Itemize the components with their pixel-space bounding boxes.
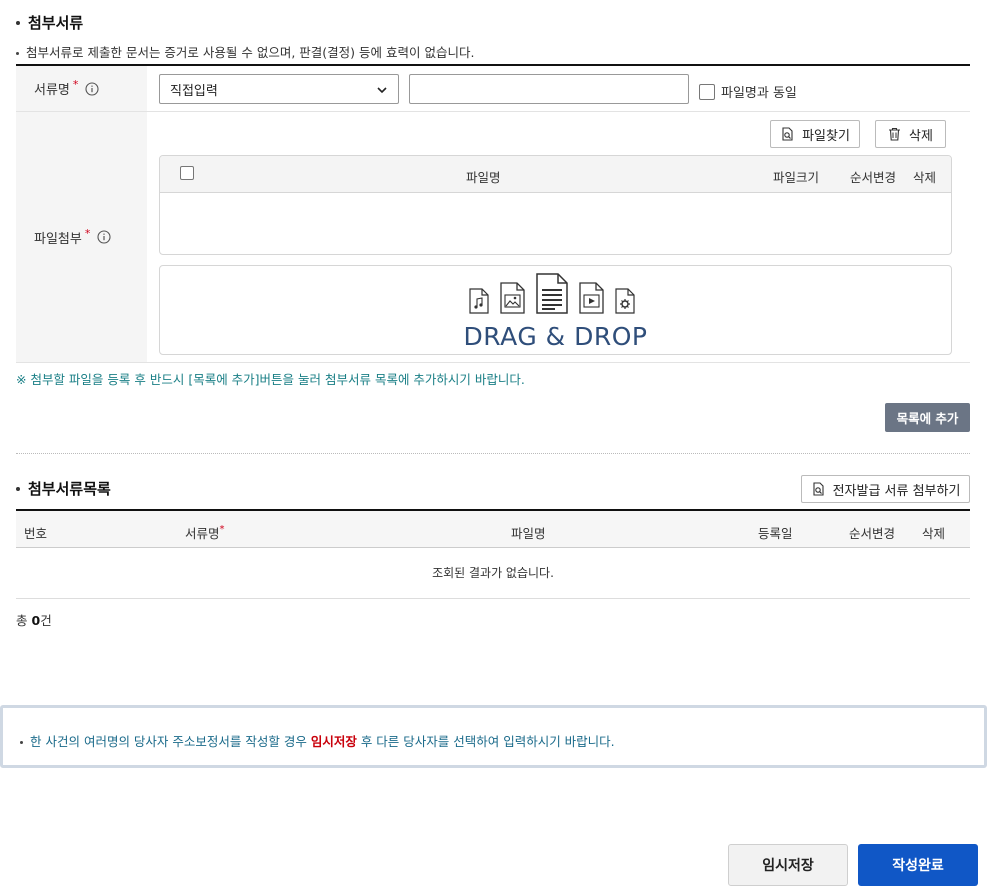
same-as-filename-label: 파일명과 동일: [721, 86, 797, 101]
find-file-label: 파일찾기: [802, 128, 850, 144]
divider: [16, 453, 970, 454]
doc-type-selected-value: 직접입력: [170, 83, 218, 99]
find-file-button[interactable]: 파일찾기: [770, 120, 860, 148]
e-doc-attach-label: 전자발급 서류 첨부하기: [832, 483, 961, 499]
total-suffix: 건: [40, 613, 52, 628]
file-attach-body: 파일찾기 삭제 파일명 파일크기 순서변경 삭제 DRAG & DROP: [147, 112, 970, 362]
total-count-value: 0: [31, 613, 41, 628]
delete-header: 삭제: [913, 170, 937, 185]
file-size-header: 파일크기: [773, 170, 820, 185]
file-search-icon: [813, 482, 824, 496]
drag-drop-text: DRAG & DROP: [463, 322, 648, 351]
audio-file-icon: [469, 288, 489, 314]
video-file-icon: [579, 282, 604, 314]
empty-message: 조회된 결과가 없습니다.: [16, 548, 970, 599]
doc-name-header: 서류명 *: [16, 66, 147, 111]
e-doc-attach-button[interactable]: 전자발급 서류 첨부하기: [801, 475, 970, 503]
notice-after: 후 다른 당사자를 선택하여 입력하시기 바랍니다.: [356, 734, 615, 749]
bullet: [20, 741, 23, 744]
bullet: [16, 20, 20, 25]
drag-drop-zone[interactable]: DRAG & DROP: [159, 265, 952, 355]
doc-name-input[interactable]: [409, 74, 689, 104]
notice-highlight: 임시저장: [310, 734, 357, 749]
doc-name-header-text: 서류명: [185, 526, 220, 541]
order-header: 순서변경: [849, 526, 896, 541]
total-count: 총 0건: [16, 610, 52, 629]
no-header: 번호: [24, 526, 48, 541]
notice-box: 한 사건의 여러명의 당사자 주소보정서를 작성할 경우 임시저장 후 다른 당…: [0, 705, 987, 768]
bullet: [16, 52, 19, 55]
temp-save-button[interactable]: 임시저장: [728, 844, 848, 886]
total-prefix: 총: [16, 613, 32, 628]
file-attach-row: 파일첨부 * 파일찾기 삭제 파일명 파일크기 순서변경 삭제 DRAG & D…: [16, 112, 970, 363]
attach-note-text: 첨부서류로 제출한 문서는 증거로 사용될 수 없으며, 판결(결정) 등에 효…: [26, 45, 475, 60]
file-table: 파일명 파일크기 순서변경 삭제: [159, 155, 952, 255]
file-attach-header: 파일첨부 *: [16, 112, 147, 362]
complete-button[interactable]: 작성완료: [858, 844, 978, 886]
add-to-list-button[interactable]: 목록에 추가: [885, 403, 970, 432]
info-icon[interactable]: [85, 81, 99, 96]
notice-before: 한 사건의 여러명의 당사자 주소보정서를 작성할 경우: [30, 734, 311, 749]
file-name-header: 파일명: [466, 170, 501, 185]
doc-type-select[interactable]: 직접입력: [159, 74, 399, 104]
file-table-header: 파일명 파일크기 순서변경 삭제: [160, 156, 951, 193]
trash-icon: [889, 127, 901, 141]
attach-list-section-title: 첨부서류목록: [16, 478, 111, 499]
attach-section-title: 첨부서류: [16, 12, 83, 33]
required-mark: *: [219, 524, 225, 535]
file-search-icon: [782, 127, 793, 141]
attach-list-header: 번호 서류명* 파일명 등록일 순서변경 삭제: [16, 511, 970, 548]
delete-header: 삭제: [922, 526, 946, 541]
file-name-header: 파일명: [511, 526, 546, 541]
delete-file-button[interactable]: 삭제: [875, 120, 946, 148]
guide-note: ※ 첨부할 파일을 등록 후 반드시 [목록에 추가]버튼을 눌러 첨부서류 목…: [16, 372, 525, 387]
settings-file-icon: [615, 288, 635, 314]
document-file-icon: [536, 273, 568, 314]
doc-name-label: 서류명: [34, 83, 70, 98]
chevron-down-icon: [377, 87, 387, 94]
image-file-icon: [500, 282, 525, 314]
doc-name-header: 서류명*: [185, 523, 225, 542]
info-icon[interactable]: [97, 230, 111, 244]
notice-text: 한 사건의 여러명의 당사자 주소보정서를 작성할 경우 임시저장 후 다른 당…: [20, 731, 615, 750]
doc-name-body: 직접입력 파일명과 동일: [147, 66, 970, 111]
checkbox[interactable]: [699, 83, 715, 100]
delete-file-label: 삭제: [909, 128, 933, 144]
attach-form-table: 서류명 * 직접입력 파일명과 동일 파일첨부 * 파일찾기 삭제 파일명 파일…: [16, 64, 970, 363]
same-as-filename-checkbox[interactable]: 파일명과 동일: [699, 82, 797, 101]
required-mark: *: [84, 226, 91, 240]
select-all-checkbox[interactable]: [180, 166, 194, 180]
attach-note: 첨부서류로 제출한 문서는 증거로 사용될 수 없으며, 판결(결정) 등에 효…: [16, 42, 474, 61]
attach-list-title-text: 첨부서류목록: [28, 480, 111, 498]
required-mark: *: [72, 78, 79, 91]
attach-list-table: 번호 서류명* 파일명 등록일 순서변경 삭제 조회된 결과가 없습니다.: [16, 509, 970, 599]
bullet: [16, 486, 20, 491]
doc-name-row: 서류명 * 직접입력 파일명과 동일: [16, 66, 970, 112]
file-type-icons: [468, 273, 645, 314]
order-header: 순서변경: [850, 170, 897, 185]
reg-date-header: 등록일: [758, 526, 793, 541]
file-attach-label: 파일첨부: [34, 231, 82, 247]
attach-title-text: 첨부서류: [28, 14, 84, 32]
